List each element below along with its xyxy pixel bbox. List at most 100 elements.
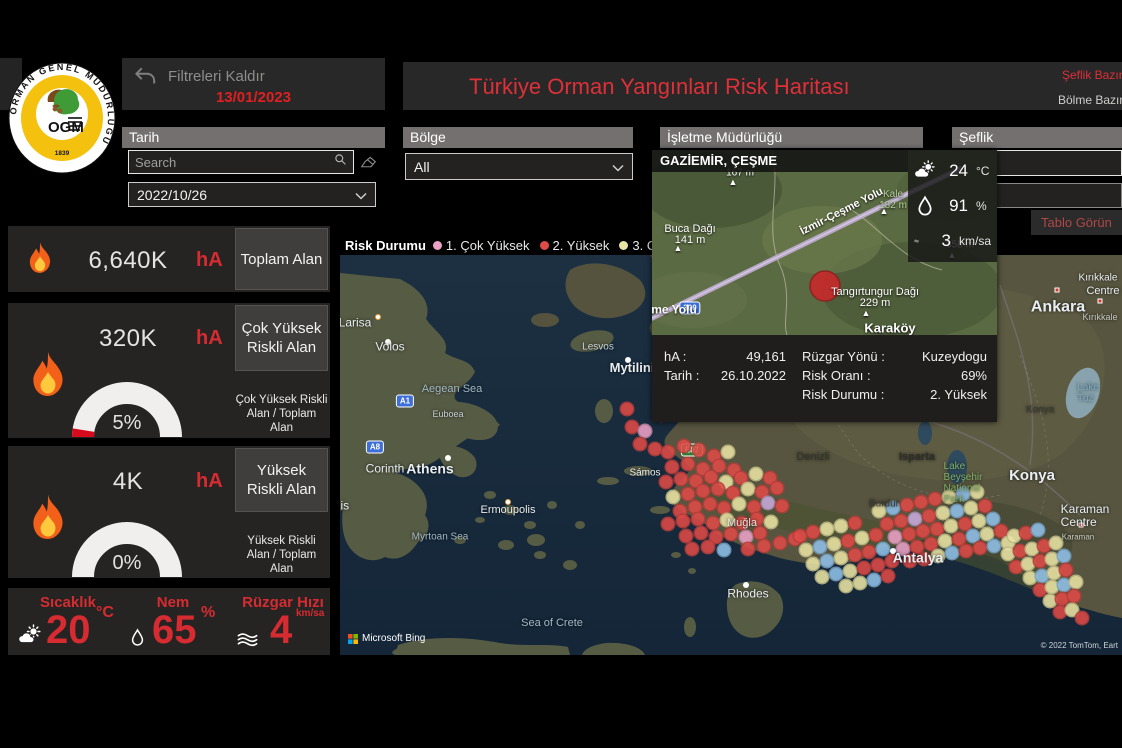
risk-point[interactable] (706, 516, 721, 531)
risk-point[interactable] (820, 522, 835, 537)
page-title: Türkiye Orman Yangınları Risk Haritası (469, 74, 850, 100)
risk-point[interactable] (741, 482, 756, 497)
risk-point[interactable] (685, 542, 700, 557)
risk-point[interactable] (666, 490, 681, 505)
risk-point[interactable] (750, 512, 765, 527)
table-view-button[interactable]: Tablo Görün (1031, 210, 1122, 235)
risk-point[interactable] (703, 497, 718, 512)
link-bolme-bazinda[interactable]: Bölme Bazın (1058, 93, 1122, 107)
tarih-dropdown[interactable]: 2022/10/26 (128, 182, 376, 207)
risk-point[interactable] (674, 472, 689, 487)
risk-point[interactable] (773, 536, 788, 551)
risk-point[interactable] (841, 534, 856, 549)
risk-point[interactable] (1069, 575, 1084, 590)
yuksek-riskli-alan-button[interactable]: Yüksek Riskli Alan (235, 448, 328, 512)
risk-point[interactable] (959, 544, 974, 559)
risk-point[interactable] (806, 525, 821, 540)
bing-attribution: Microsoft Bing (348, 633, 425, 644)
kpi-value: 320K (99, 325, 157, 352)
legend-item[interactable]: 2. Yüksek (540, 238, 610, 253)
risk-point[interactable] (815, 570, 830, 585)
filter-header-isletme: İşletme Müdürlüğü (660, 127, 923, 148)
risk-point[interactable] (834, 519, 849, 534)
risk-point[interactable] (749, 467, 764, 482)
risk-point[interactable] (701, 540, 716, 555)
risk-point[interactable] (928, 492, 943, 507)
risk-point[interactable] (855, 531, 870, 546)
risk-point[interactable] (681, 457, 696, 472)
risk-point[interactable] (885, 554, 900, 569)
risk-point[interactable] (691, 512, 706, 527)
risk-point[interactable] (661, 517, 676, 532)
risk-point[interactable] (848, 516, 863, 531)
eraser-icon[interactable] (360, 155, 377, 170)
tarih-search-input[interactable] (129, 155, 334, 170)
cok-yuksek-riskli-alan-button[interactable]: Çok Yüksek Riskli Alan (235, 305, 328, 371)
risk-point[interactable] (839, 579, 854, 594)
risk-point[interactable] (711, 482, 726, 497)
risk-point[interactable] (931, 549, 946, 564)
risk-point[interactable] (694, 526, 709, 541)
stat-label: hA : (664, 349, 686, 364)
risk-point[interactable] (620, 402, 635, 417)
risk-point[interactable] (633, 437, 648, 452)
risk-point[interactable] (900, 498, 915, 513)
risk-point[interactable] (827, 537, 842, 552)
clear-filters-panel: Filtreleri Kaldır 13/01/2023 (122, 58, 385, 110)
tooltip-weather-unit: % (976, 199, 987, 213)
risk-point[interactable] (1031, 523, 1046, 538)
risk-point[interactable] (970, 485, 985, 500)
kpi-sublabel: Yüksek Riskli Alan / Toplam Alan (235, 534, 328, 576)
legend-item[interactable]: 1. Çok Yüksek (433, 238, 530, 253)
road-shield: A8 (366, 441, 384, 454)
risk-point[interactable] (659, 475, 674, 490)
risk-point[interactable] (692, 443, 707, 458)
city-marker (743, 582, 749, 588)
humidity-unit: % (201, 604, 215, 622)
risk-point[interactable] (1057, 549, 1072, 564)
risk-point[interactable] (720, 513, 735, 528)
risk-point[interactable] (942, 490, 957, 505)
risk-point[interactable] (813, 540, 828, 555)
risk-point[interactable] (917, 552, 932, 567)
risk-point[interactable] (757, 539, 772, 554)
kpi-unit: hA (196, 470, 223, 493)
risk-point[interactable] (724, 527, 739, 542)
bolge-dropdown[interactable]: All (405, 153, 633, 180)
risk-point[interactable] (956, 487, 971, 502)
tooltip-stat-row: hA :49,161 (664, 349, 786, 364)
risk-point[interactable] (945, 546, 960, 561)
header-date: 13/01/2023 (122, 89, 385, 106)
risk-point[interactable] (853, 576, 868, 591)
risk-point[interactable] (1075, 611, 1090, 626)
tooltip-stat-row: Tarih :26.10.2022 (664, 368, 786, 383)
link-seflik-bazinda[interactable]: Şeflik Bazın (1062, 68, 1122, 82)
risk-point[interactable] (717, 543, 732, 558)
toplam-alan-button[interactable]: Toplam Alan (235, 228, 328, 290)
risk-point[interactable] (881, 569, 896, 584)
risk-point[interactable] (903, 554, 918, 569)
tooltip-stat-row: Risk Durumu :2. Yüksek (802, 387, 987, 402)
risk-point[interactable] (741, 542, 756, 557)
clear-filters-label[interactable]: Filtreleri Kaldır (168, 68, 265, 85)
risk-point[interactable] (1067, 589, 1082, 604)
gauge-yuksek: 0% (66, 516, 188, 578)
tooltip-stat-row: Rüzgar Yönü :Kuzeydogu (802, 349, 987, 364)
risk-point[interactable] (770, 481, 785, 496)
risk-point[interactable] (661, 445, 676, 460)
risk-point[interactable] (761, 496, 776, 511)
risk-point[interactable] (799, 543, 814, 558)
risk-point[interactable] (987, 539, 1002, 554)
logo-year: 1839 (55, 150, 70, 157)
search-icon (334, 153, 347, 171)
risk-point[interactable] (648, 442, 663, 457)
risk-point[interactable] (973, 541, 988, 556)
risk-point[interactable] (676, 514, 691, 529)
risk-point[interactable] (867, 573, 882, 588)
kpi-value: 6,640K (88, 247, 167, 274)
risk-point[interactable] (677, 439, 692, 454)
risk-point[interactable] (721, 445, 736, 460)
risk-point[interactable] (732, 497, 747, 512)
risk-point[interactable] (775, 499, 790, 514)
risk-point[interactable] (914, 495, 929, 510)
